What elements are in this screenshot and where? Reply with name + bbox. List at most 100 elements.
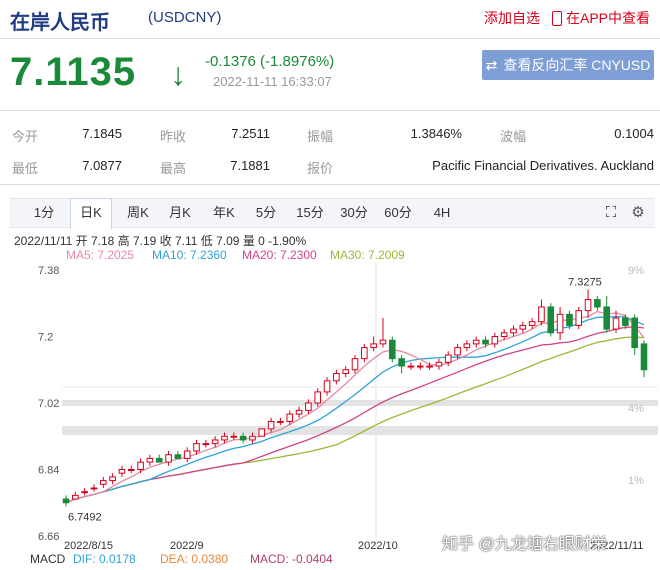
tab-5min[interactable]: 5分 <box>248 199 284 227</box>
candle-body <box>519 324 527 330</box>
candle-body <box>444 354 452 363</box>
down-arrow-icon: ↓ <box>170 56 186 92</box>
candle-body <box>407 365 415 368</box>
candle-body <box>631 317 638 349</box>
tab-60min[interactable]: 60分 <box>378 199 418 227</box>
candle-body <box>267 420 275 430</box>
ma5-legend: MA5: 7.2025 <box>66 248 135 262</box>
add-watchlist-label: 添加自选 <box>484 10 540 26</box>
candle-body <box>314 391 322 404</box>
candle-body <box>193 443 200 452</box>
open-value: 7.1845 <box>82 126 122 141</box>
x-tick-label: 2022/10 <box>358 540 398 552</box>
candle-body <box>118 469 126 474</box>
candle-body <box>239 435 247 441</box>
prev-close-label: 昨收 <box>160 129 187 144</box>
candle-body <box>361 347 368 360</box>
header-divider <box>0 38 660 39</box>
candle-body <box>575 310 583 326</box>
candle-body <box>370 343 377 349</box>
candle-body <box>305 402 312 411</box>
candle-body <box>90 487 98 490</box>
candle-body <box>510 328 517 334</box>
ma20-line <box>65 326 645 504</box>
amplitude-value: 1.3846% <box>410 126 462 141</box>
y-tick-label: 6.66 <box>38 531 59 543</box>
source-label: 报价 <box>307 161 334 176</box>
candle-body <box>109 476 116 482</box>
candle-body <box>211 439 219 445</box>
candle-body <box>435 361 443 367</box>
tab-monthly[interactable]: 月K <box>160 199 200 227</box>
max-price-label: 7.3275 <box>568 276 602 288</box>
candle-body <box>295 409 303 415</box>
tab-4h[interactable]: 4H <box>424 199 460 227</box>
ma10-legend: MA10: 7.2360 <box>152 248 227 262</box>
fullscreen-icon[interactable]: ⛶ <box>600 199 622 227</box>
tab-weekly[interactable]: 周K <box>118 199 158 227</box>
candle-body <box>286 413 294 422</box>
candle-body <box>463 343 471 349</box>
candle-body <box>528 321 536 326</box>
candle-body <box>127 469 135 471</box>
candle-body <box>155 457 163 463</box>
view-in-app-link[interactable]: 在APP中查看 <box>552 8 650 28</box>
y-tick-label: 7.2 <box>38 332 53 344</box>
open-label: 今开 <box>12 129 39 144</box>
quote-divider <box>0 110 660 111</box>
reverse-rate-button[interactable]: ⇄ 查看反向汇率 CNYUSD <box>482 50 654 80</box>
volatility-label: 波幅 <box>500 129 527 144</box>
right-tick-label: 4% <box>628 403 644 415</box>
price-change: -0.1376 (-1.8976%) <box>205 53 335 70</box>
candle-body <box>388 339 396 360</box>
ma30-legend: MA30: 7.2009 <box>330 248 405 262</box>
candle-body <box>594 299 601 308</box>
low-label: 最低 <box>12 161 39 176</box>
y-tick-label: 6.84 <box>38 465 59 477</box>
high-value: 7.1881 <box>230 158 270 173</box>
ma20-legend: MA20: 7.2300 <box>242 248 317 262</box>
candle-body <box>146 457 154 463</box>
add-watchlist-link[interactable]: 添加自选 <box>484 8 540 28</box>
amplitude-label: 振幅 <box>307 129 334 144</box>
candle-body <box>500 332 508 338</box>
tab-15min[interactable]: 15分 <box>290 199 330 227</box>
ma10-line <box>65 315 645 504</box>
ohlc-readout: 2022/11/11 开 7.18 高 7.19 收 7.11 低 7.09 量… <box>14 234 307 248</box>
candle-body <box>81 491 88 494</box>
candle-body <box>333 372 340 382</box>
currency-code: (USDCNY) <box>148 9 222 26</box>
page-title: 在岸人民币 <box>10 12 110 34</box>
low-value: 7.0877 <box>82 158 122 173</box>
settings-gear-icon[interactable]: ⚙ <box>628 199 648 227</box>
x-tick-label: 2022/8/15 <box>64 540 113 552</box>
candle-body <box>426 365 433 368</box>
x-tick-label: 2022/9 <box>170 540 204 552</box>
candle-body <box>416 365 424 368</box>
period-tabs: 1分 日K 周K 月K 年K 5分 15分 30分 60分 4H ⛶ ⚙ <box>10 198 655 229</box>
watermark: 知乎 @九龙塘右眼财栄 <box>442 536 607 553</box>
quote-timestamp: 2022-11-11 16:33:07 <box>213 74 332 89</box>
candle-body <box>230 435 238 438</box>
candle-body <box>454 347 461 356</box>
tab-1min[interactable]: 1分 <box>24 199 64 227</box>
y-tick-label: 7.38 <box>38 265 59 277</box>
candle-body <box>547 306 555 334</box>
phone-icon <box>552 10 562 26</box>
source-value: Pacific Financial Derivatives. Auckland <box>432 158 654 173</box>
candle-body <box>277 420 284 423</box>
candle-body <box>612 317 620 330</box>
candle-body <box>202 443 210 446</box>
tab-yearly[interactable]: 年K <box>204 199 244 227</box>
swap-icon: ⇄ <box>485 56 498 73</box>
candle-body <box>379 339 387 345</box>
tab-daily[interactable]: 日K <box>70 198 112 229</box>
candle-body <box>99 480 107 485</box>
stats-divider <box>0 184 660 185</box>
candle-body <box>249 435 256 441</box>
tab-30min[interactable]: 30分 <box>334 199 374 227</box>
kline-chart[interactable]: 7.38 7.2 7.02 6.84 6.66 9% 4% 1% 2022/8/15 2022/9… <box>0 262 660 552</box>
candle-body <box>640 343 648 371</box>
high-label: 最高 <box>160 161 187 176</box>
candle-body <box>556 313 564 334</box>
